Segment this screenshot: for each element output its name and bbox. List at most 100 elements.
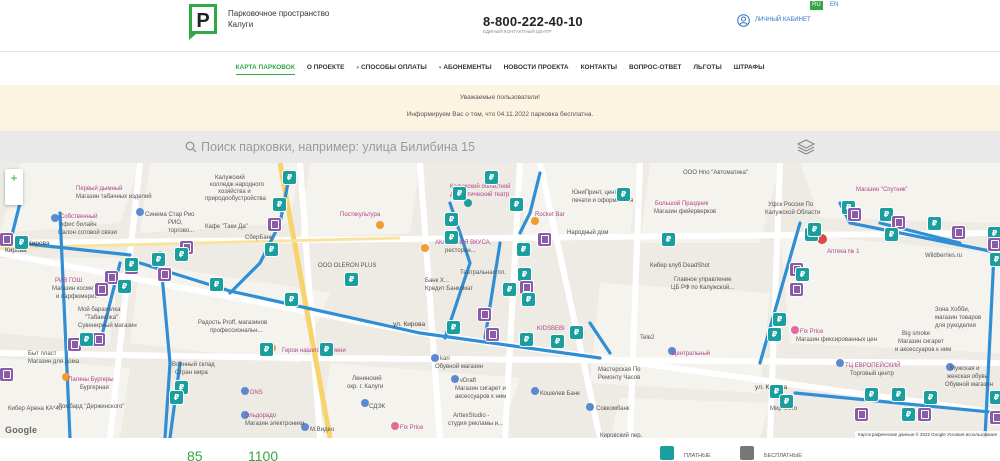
zoom-in-button[interactable]: + [5, 169, 23, 187]
paid-parking-marker[interactable]: ₽ [924, 391, 937, 404]
map-attribution[interactable]: Картографические данные © 2022 Google Ус… [855, 431, 1000, 438]
free-parking-marker[interactable] [952, 226, 965, 239]
paid-parking-marker[interactable]: ₽ [210, 278, 223, 291]
map-label: Кибер клуб DeadShot [650, 263, 710, 269]
paid-parking-marker[interactable]: ₽ [285, 293, 298, 306]
paid-parking-marker[interactable]: ₽ [118, 280, 131, 293]
paid-parking-marker[interactable]: ₽ [902, 408, 915, 421]
lang-en-button[interactable]: EN [828, 1, 840, 10]
nav-item-3[interactable]: ▾ Абонементы [433, 53, 498, 83]
phone-number[interactable]: 8-800-222-40-10 [483, 14, 583, 29]
paid-parking-marker[interactable]: ₽ [447, 321, 460, 334]
paid-parking-marker[interactable]: ₽ [260, 343, 273, 356]
free-parking-marker[interactable] [486, 328, 499, 341]
nav-item-8[interactable]: Штрафы [728, 53, 771, 83]
paid-parking-marker[interactable]: ₽ [175, 248, 188, 261]
free-parking-marker[interactable] [848, 208, 861, 221]
map-label: Кредит Банкомат [425, 286, 473, 292]
nav-item-6[interactable]: Вопрос-ответ [623, 53, 687, 83]
map-label: ЦБ РФ по Калужской... [671, 285, 735, 291]
account-link[interactable]: Личный кабинет [737, 13, 811, 27]
paid-parking-marker[interactable]: ₽ [485, 171, 498, 184]
nav-item-label: Штрафы [733, 64, 765, 71]
paid-parking-marker[interactable]: ₽ [445, 231, 458, 244]
paid-parking-marker[interactable]: ₽ [170, 391, 183, 404]
paid-parking-marker[interactable]: ₽ [990, 391, 1000, 404]
paid-parking-marker[interactable]: ₽ [796, 268, 809, 281]
paid-parking-marker[interactable]: ₽ [928, 217, 941, 230]
logo-icon[interactable]: P [188, 3, 218, 41]
lang-ru-button[interactable]: RU [810, 1, 823, 10]
paid-parking-marker[interactable]: ₽ [808, 223, 821, 236]
legend-paid[interactable]: Платные [660, 446, 711, 460]
paid-parking-marker[interactable]: ₽ [768, 328, 781, 341]
free-parking-marker[interactable] [268, 218, 281, 231]
paid-parking-marker[interactable]: ₽ [780, 395, 793, 408]
layers-icon[interactable] [797, 139, 815, 155]
paid-parking-marker[interactable]: ₽ [570, 326, 583, 339]
paid-parking-marker[interactable]: ₽ [892, 388, 905, 401]
free-parking-marker[interactable] [158, 268, 171, 281]
map-label: студия рекламы и... [448, 421, 504, 427]
paid-parking-marker[interactable]: ₽ [520, 333, 533, 346]
paid-parking-marker[interactable]: ₽ [283, 171, 296, 184]
map-label: Wildberries.ru [925, 253, 963, 259]
map-label: Big smoke [902, 331, 931, 337]
search-input[interactable] [201, 137, 761, 157]
paid-parking-marker[interactable]: ₽ [125, 258, 138, 271]
map-label: vDraft [460, 378, 477, 384]
free-parking-marker[interactable] [105, 271, 118, 284]
map-label: Торговый центр [850, 371, 894, 377]
paid-parking-marker[interactable]: ₽ [445, 213, 458, 226]
free-parking-marker[interactable] [0, 368, 13, 381]
free-parking-marker[interactable] [538, 233, 551, 246]
parking-map[interactable]: Первый дымный Магазин табачных изделий Кал… [0, 163, 1000, 438]
map-label: ООО OLERON PLUS [318, 263, 377, 269]
paid-parking-marker[interactable]: ₽ [15, 236, 28, 249]
free-parking-marker[interactable] [990, 411, 1000, 424]
nav-item-4[interactable]: Новости проекта [498, 53, 575, 83]
nav-item-7[interactable]: Льготы [687, 53, 727, 83]
map-label: Пагины Бургеры [68, 377, 114, 383]
free-parking-marker[interactable] [95, 283, 108, 296]
paid-parking-marker[interactable]: ₽ [865, 388, 878, 401]
free-parking-marker[interactable] [0, 233, 13, 246]
brand-line-1: Парковочное пространство [228, 9, 330, 18]
free-parking-marker[interactable] [988, 238, 1000, 251]
map-label: хозяйства и [218, 189, 251, 195]
map-label: магазин товаров [935, 315, 982, 321]
paid-parking-marker[interactable]: ₽ [80, 333, 93, 346]
map-label: DNS [250, 390, 263, 396]
paid-parking-marker[interactable]: ₽ [522, 293, 535, 306]
legend-free[interactable]: Бесплатные [740, 446, 802, 460]
free-parking-marker[interactable] [92, 333, 105, 346]
paid-parking-marker[interactable]: ₽ [990, 253, 1000, 266]
paid-parking-marker[interactable]: ₽ [662, 233, 675, 246]
paid-parking-marker[interactable]: ₽ [773, 313, 786, 326]
paid-parking-marker[interactable]: ₽ [510, 198, 523, 211]
paid-parking-marker[interactable]: ₽ [617, 188, 630, 201]
paid-parking-marker[interactable]: ₽ [320, 343, 333, 356]
nav-item-2[interactable]: ▾ Способы оплаты [350, 53, 432, 83]
free-parking-marker[interactable] [790, 283, 803, 296]
free-parking-marker[interactable] [855, 408, 868, 421]
nav-item-1[interactable]: О проекте [301, 53, 351, 83]
map-label: СберБанк [245, 235, 273, 241]
nav-item-0[interactable]: Карта парковок [230, 53, 301, 83]
brand-name[interactable]: Парковочное пространство Калуги [228, 8, 358, 30]
paid-parking-marker[interactable]: ₽ [551, 335, 564, 348]
map-label: Калужский [215, 175, 245, 181]
paid-parking-marker[interactable]: ₽ [345, 273, 358, 286]
free-parking-marker[interactable] [478, 308, 491, 321]
map-label: Fix Price [400, 425, 424, 431]
paid-parking-marker[interactable]: ₽ [517, 243, 530, 256]
paid-parking-marker[interactable]: ₽ [885, 228, 898, 241]
paid-parking-marker[interactable]: ₽ [273, 198, 286, 211]
free-parking-marker[interactable] [918, 408, 931, 421]
paid-parking-marker[interactable]: ₽ [503, 283, 516, 296]
paid-parking-marker[interactable]: ₽ [265, 243, 278, 256]
nav-item-5[interactable]: Контакты [575, 53, 623, 83]
paid-parking-marker[interactable]: ₽ [453, 187, 466, 200]
paid-parking-marker[interactable]: ₽ [152, 253, 165, 266]
paid-parking-marker[interactable]: ₽ [518, 268, 531, 281]
